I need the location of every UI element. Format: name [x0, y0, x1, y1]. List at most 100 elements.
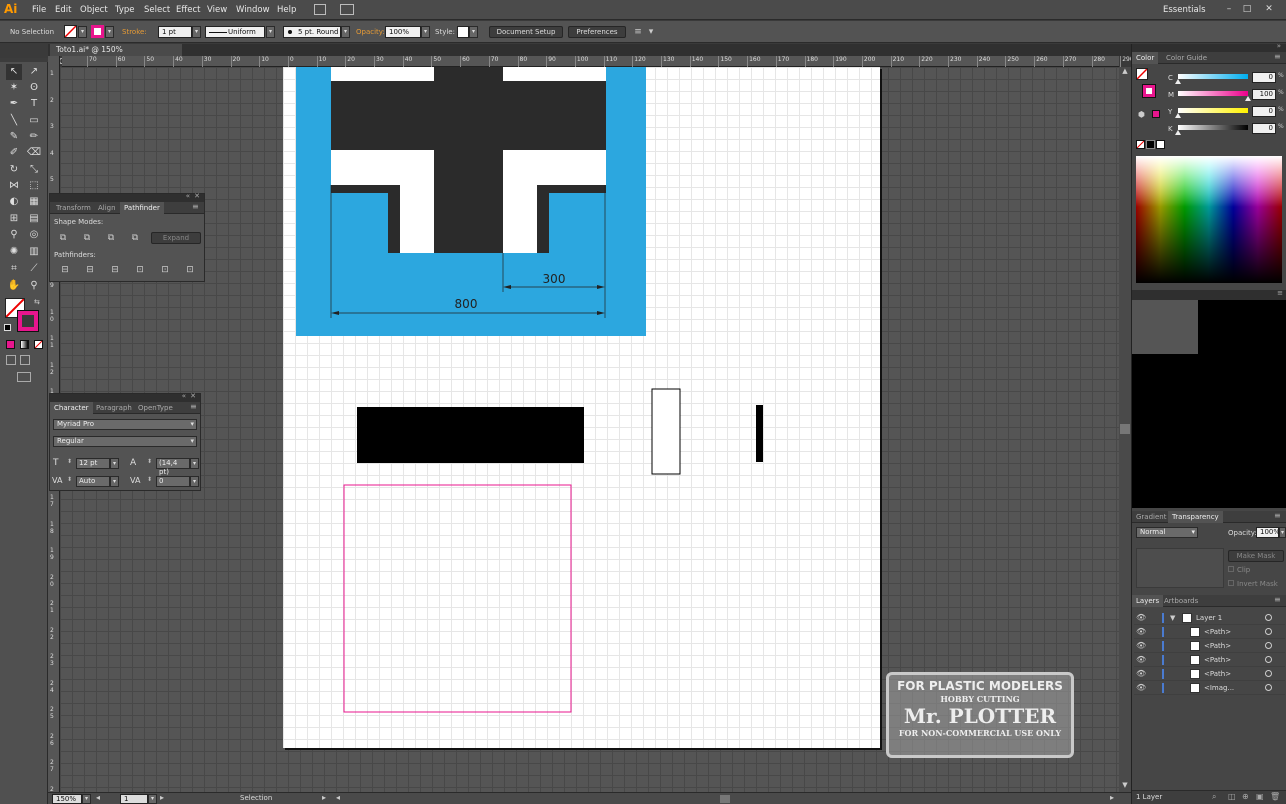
new-layer-icon[interactable]: ▣ — [1256, 792, 1264, 801]
tab-pathfinder[interactable]: Pathfinder — [120, 202, 164, 214]
draw-behind-icon[interactable] — [20, 355, 30, 365]
column-graph-tool-icon[interactable]: ▥ — [26, 244, 42, 260]
scroll-right-icon[interactable]: ▸ — [1110, 793, 1114, 802]
artboard-dropdown[interactable]: ▾ — [148, 794, 157, 804]
kerning-stepper[interactable]: ⬍ — [67, 476, 72, 483]
outline-rectangle[interactable] — [651, 388, 681, 475]
font-style-select[interactable]: Regular ▾ — [53, 436, 197, 447]
stroke-box[interactable] — [17, 310, 39, 332]
target-circle-icon[interactable] — [1265, 656, 1272, 663]
tab-character[interactable]: Character — [50, 402, 93, 414]
font-family-select[interactable]: Myriad Pro ▾ — [53, 419, 197, 430]
gradient-mode-icon[interactable] — [20, 340, 29, 349]
target-circle-icon[interactable] — [1265, 628, 1272, 635]
tools-grip[interactable] — [0, 58, 48, 62]
tab-transform[interactable]: Transform — [52, 202, 95, 214]
symbol-sprayer-tool-icon[interactable]: ✺ — [6, 244, 22, 260]
scroll-thumb[interactable] — [1120, 424, 1130, 434]
visibility-eye-icon[interactable]: 👁 — [1136, 653, 1146, 667]
eraser-tool-icon[interactable]: ⌫ — [26, 145, 42, 161]
tab-color-guide[interactable]: Color Guide — [1162, 52, 1211, 64]
pencil-tool-icon[interactable]: ✏ — [26, 129, 42, 145]
zoom-field[interactable]: 150% — [52, 794, 82, 804]
tab-artboards[interactable]: Artboards — [1160, 595, 1202, 607]
tab-align[interactable]: Align — [94, 202, 120, 214]
blend-tool-icon[interactable]: ◎ — [26, 227, 42, 243]
layer-row-item[interactable]: 👁 <Path> — [1134, 639, 1285, 653]
scroll-left-icon[interactable]: ◂ — [336, 793, 340, 802]
leading-field[interactable]: (14,4 pt) — [156, 458, 190, 476]
merge-icon[interactable]: ⊟ — [108, 264, 122, 276]
screen-mode-icon[interactable] — [17, 372, 31, 382]
artboard-field[interactable]: 1 — [120, 794, 148, 804]
tab-gradient[interactable]: Gradient — [1132, 511, 1170, 523]
status-menu-icon[interactable]: ▸ — [322, 793, 326, 802]
tab-layers[interactable]: Layers — [1132, 595, 1164, 607]
gradient-tool-icon[interactable]: ▤ — [26, 211, 42, 227]
channel-value-field[interactable]: 100 — [1252, 89, 1276, 100]
delete-layer-icon[interactable]: 🗑 — [1270, 792, 1280, 801]
transparency-menu-icon[interactable]: ≡ — [1274, 511, 1281, 520]
make-mask-button[interactable]: Make Mask — [1228, 550, 1284, 562]
tab-transparency[interactable]: Transparency — [1168, 511, 1223, 523]
transparency-opacity-field[interactable]: 100% — [1256, 527, 1280, 538]
trim-icon[interactable]: ⊟ — [83, 264, 97, 276]
scroll-up-icon[interactable]: ▲ — [1120, 67, 1130, 77]
kerning-dropdown[interactable]: ▾ — [110, 476, 119, 487]
shape-builder-tool-icon[interactable]: ◐ — [6, 194, 22, 210]
target-circle-icon[interactable] — [1265, 642, 1272, 649]
white-swatch[interactable] — [1156, 140, 1165, 149]
divide-icon[interactable]: ⊟ — [58, 264, 72, 276]
default-colors-icon[interactable] — [4, 324, 11, 331]
color-mode-icon[interactable] — [6, 340, 15, 349]
font-size-field[interactable]: 12 pt — [76, 458, 110, 469]
channel-value-field[interactable]: 0 — [1252, 106, 1276, 117]
type-tool-icon[interactable]: T — [26, 96, 42, 112]
panel-menu-icon[interactable]: ≡ — [192, 202, 199, 211]
visibility-eye-icon[interactable]: 👁 — [1136, 639, 1146, 653]
collapse-icon[interactable]: « — [186, 192, 190, 200]
exclude-icon[interactable]: ⧉ — [128, 232, 142, 244]
layer-row-item[interactable]: 👁 <Imag... — [1134, 681, 1285, 695]
dock-grip[interactable]: » — [1132, 42, 1286, 52]
color-panel-divider[interactable]: ≡ — [1132, 289, 1286, 300]
font-size-dropdown[interactable]: ▾ — [110, 458, 119, 469]
channel-slider-thumb[interactable] — [1175, 113, 1181, 118]
scroll-down-icon[interactable]: ▼ — [1120, 781, 1130, 791]
pen-tool-icon[interactable]: ✒ — [6, 96, 22, 112]
layer-row-item[interactable]: 👁 <Path> — [1134, 667, 1285, 681]
target-circle-icon[interactable] — [1265, 684, 1272, 691]
swap-colors-icon[interactable]: ⇆ — [34, 298, 40, 306]
width-tool-icon[interactable]: ⋈ — [6, 178, 22, 194]
font-size-stepper[interactable]: ⬍ — [67, 458, 72, 465]
tab-color[interactable]: Color — [1132, 52, 1159, 64]
leading-dropdown[interactable]: ▾ — [190, 458, 199, 469]
leading-stepper[interactable]: ⬍ — [147, 458, 152, 465]
paintbrush-tool-icon[interactable]: ✎ — [6, 129, 22, 145]
intersect-icon[interactable]: ⧉ — [104, 232, 118, 244]
dock-collapse-icon[interactable]: » — [1277, 42, 1281, 50]
line-tool-icon[interactable]: ╲ — [6, 113, 22, 129]
direct-selection-tool-icon[interactable]: ↗ — [26, 64, 42, 80]
channel-slider-track[interactable] — [1178, 125, 1248, 130]
vertical-scrollbar[interactable]: ▲ ▼ — [1119, 67, 1131, 792]
cross-stem[interactable] — [434, 67, 503, 253]
mesh-tool-icon[interactable]: ⊞ — [6, 211, 22, 227]
target-circle-icon[interactable] — [1265, 614, 1272, 621]
black-swatch[interactable] — [1146, 140, 1155, 149]
minus-front-icon[interactable]: ⧉ — [80, 232, 94, 244]
prev-artboard-icon[interactable]: ◂ — [96, 793, 100, 802]
zoom-tool-icon[interactable]: ⚲ — [26, 278, 42, 294]
magenta-square[interactable] — [343, 484, 572, 713]
visibility-eye-icon[interactable]: 👁 — [1136, 611, 1146, 625]
hscroll-thumb[interactable] — [720, 795, 730, 803]
thin-black-bar[interactable] — [756, 405, 763, 462]
slice-tool-icon[interactable]: ⟋ — [26, 261, 42, 277]
color-spectrum[interactable] — [1136, 156, 1282, 283]
layer-row-item[interactable]: 👁 <Path> — [1134, 653, 1285, 667]
next-artboard-icon[interactable]: ▸ — [160, 793, 164, 802]
clip-checkbox[interactable]: Clip — [1228, 564, 1250, 576]
none-swatch[interactable] — [1136, 140, 1145, 149]
tab-opentype[interactable]: OpenType — [134, 402, 177, 414]
new-sublayer-icon[interactable]: ⊕ — [1242, 792, 1249, 801]
